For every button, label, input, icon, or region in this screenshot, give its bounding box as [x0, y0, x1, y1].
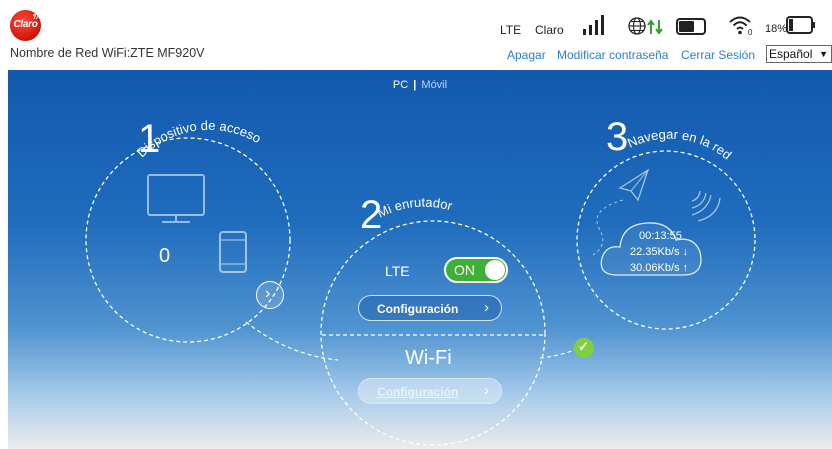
- paper-plane-icon: [618, 168, 650, 202]
- change-password-link[interactable]: Modificar contraseña: [557, 48, 668, 62]
- connector-line-left: [245, 321, 339, 361]
- session-duration: 00:13:55: [639, 230, 682, 242]
- wifi-config-button[interactable]: Configuración ›: [358, 378, 502, 404]
- lte-config-label: Configuración: [377, 302, 459, 316]
- upload-speed: 30.06Kb/s ↑: [630, 262, 689, 274]
- main-panel: PC | Móvil 1 2 3 Dispositivo de acceso M…: [8, 70, 832, 449]
- lte-toggle-state: ON: [454, 262, 475, 278]
- network-name: Nombre de Red WiFi:ZTE MF920V: [10, 46, 205, 60]
- lte-label: LTE: [385, 263, 410, 279]
- chevron-right-icon: ›: [265, 285, 271, 302]
- network-type: LTE: [500, 23, 522, 37]
- logo-spark-icon: [33, 13, 40, 20]
- lte-toggle[interactable]: ON: [444, 257, 508, 283]
- devices-next-button[interactable]: ›: [256, 281, 284, 309]
- wifi-label: Wi-Fi: [405, 347, 452, 369]
- claro-logo: Claro: [10, 10, 41, 41]
- devices-circle: [85, 137, 291, 343]
- router-circle: [320, 220, 546, 446]
- chevron-down-icon: ▼: [819, 49, 828, 59]
- battery-percent: 18%: [765, 23, 788, 35]
- download-speed: 22.35Kb/s ↓: [630, 246, 689, 258]
- connected-devices-count: 0: [159, 245, 171, 267]
- step3-title: Navegar en la red: [625, 127, 734, 163]
- globe-data-icon: [628, 17, 663, 35]
- broadcast-waves-icon: [691, 190, 721, 222]
- svg-text:0: 0: [748, 28, 753, 36]
- language-selected: Español: [769, 47, 813, 61]
- smartphone-icon: [219, 231, 247, 273]
- language-select[interactable]: Español ▼: [766, 45, 832, 63]
- logout-link[interactable]: Cerrar Sesión: [681, 48, 755, 62]
- toggle-knob: [485, 260, 505, 280]
- sim-icon: [676, 18, 706, 35]
- lte-config-button[interactable]: Configuración ›: [358, 295, 502, 321]
- chevron-right-icon: ›: [484, 382, 489, 399]
- wifi-icon: 0: [729, 16, 753, 36]
- logo-text: Claro: [13, 19, 38, 30]
- shutdown-link[interactable]: Apagar: [507, 48, 546, 62]
- chevron-right-icon: ›: [484, 299, 489, 316]
- step2-title: Mi enrutador: [375, 195, 455, 221]
- monitor-icon: [147, 174, 205, 223]
- wifi-config-label: Configuración: [377, 385, 459, 399]
- step3-number: 3: [606, 115, 628, 159]
- battery-icon: [786, 16, 815, 34]
- signal-bars-icon: [583, 15, 604, 35]
- connected-check-icon: ✓: [574, 338, 594, 358]
- top-header: Claro Nombre de Red WiFi:ZTE MF920V LTE …: [0, 0, 832, 70]
- carrier-name: Claro: [535, 23, 564, 37]
